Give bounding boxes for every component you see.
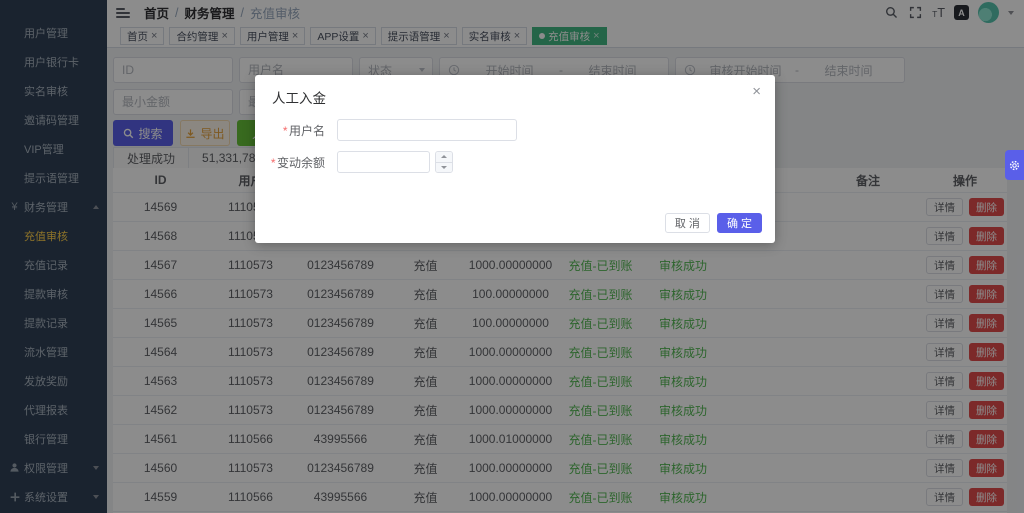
amount-label: 变动余额 (277, 156, 325, 170)
username-label: 用户名 (289, 124, 325, 138)
amount-field[interactable] (337, 151, 430, 173)
required-mark: * (270, 156, 275, 170)
username-field-row: *用户名 (255, 119, 517, 141)
cancel-button[interactable]: 取 消 (665, 213, 710, 233)
manual-deposit-dialog: 人工入金 × *用户名 *变动余额 取 消 确 定 (255, 75, 775, 243)
dialog-title: 人工入金 (272, 87, 326, 107)
gear-icon (1008, 159, 1021, 172)
dialog-footer: 取 消 确 定 (665, 213, 762, 233)
close-icon[interactable]: × (752, 84, 761, 99)
username-field[interactable] (337, 119, 517, 141)
increment-button[interactable] (436, 152, 452, 162)
settings-drawer-button[interactable] (1005, 150, 1024, 180)
number-stepper (435, 151, 453, 173)
confirm-button[interactable]: 确 定 (717, 213, 762, 233)
amount-field-row: *变动余额 (255, 151, 453, 173)
required-mark: * (282, 124, 287, 138)
app-window: 用户管理 用户银行卡 实名审核 邀请码管理 VIP管理 (0, 0, 1024, 513)
decrement-button[interactable] (436, 162, 452, 173)
